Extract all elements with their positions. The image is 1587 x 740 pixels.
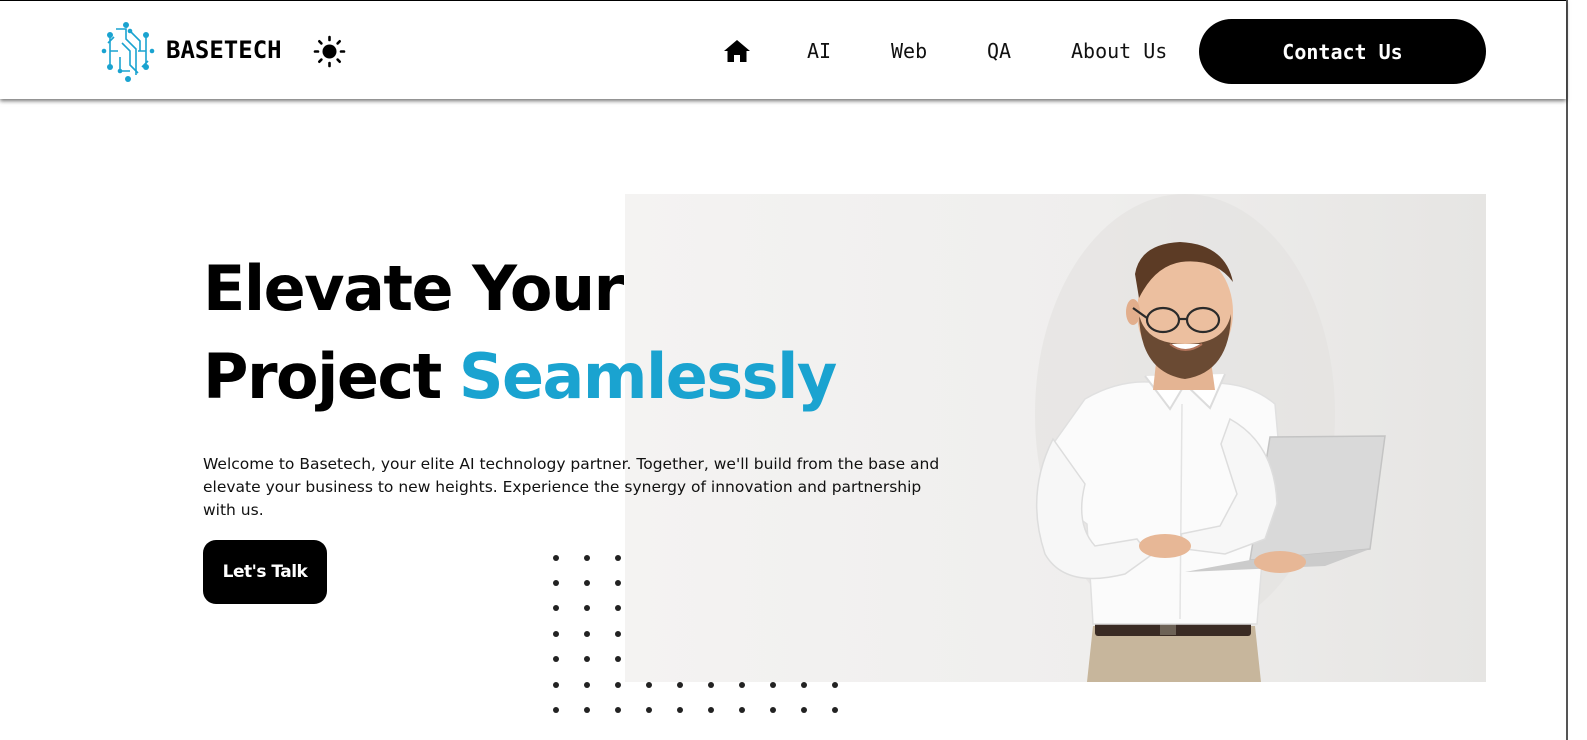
nav-link-qa[interactable]: QA [987, 39, 1011, 63]
headline-project: Project [203, 340, 442, 413]
circuit-logo-icon[interactable] [100, 21, 156, 83]
contact-us-button[interactable]: Contact Us [1199, 19, 1486, 84]
headline-line-1: Elevate Your [203, 252, 624, 325]
hero-headline: Elevate Your Project Seamlessly [203, 245, 837, 421]
headline-line-2: Project Seamlessly [203, 333, 837, 421]
site-header: BASETECH AI Web QA About Us Contact Us [0, 0, 1566, 99]
sun-icon[interactable] [313, 35, 346, 68]
nav-link-ai[interactable]: AI [807, 39, 831, 63]
home-icon[interactable] [723, 38, 751, 64]
brand-name[interactable]: BASETECH [166, 35, 282, 65]
lets-talk-button[interactable]: Let's Talk [203, 540, 327, 604]
nav-link-web[interactable]: Web [891, 39, 927, 63]
headline-accent-seamlessly: Seamlessly [458, 340, 837, 413]
nav-link-about-us[interactable]: About Us [1071, 39, 1167, 63]
hero-intro-text: Welcome to Basetech, your elite AI techn… [203, 455, 940, 519]
